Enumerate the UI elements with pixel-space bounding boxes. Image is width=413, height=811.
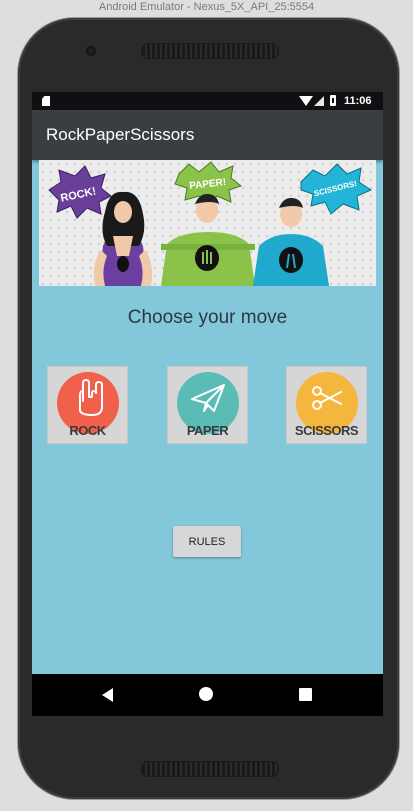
app-bar: RockPaperScissors	[32, 110, 383, 160]
superhero-illustration: ROCK! PAPER! SCISSORS!	[48, 161, 373, 286]
scissors-button[interactable]: SCISSORS	[287, 367, 366, 443]
scissors-icon	[312, 386, 342, 410]
navigation-bar	[32, 674, 383, 716]
bottom-speaker-grille	[141, 761, 279, 777]
status-clock: 11:06	[344, 95, 372, 107]
rules-button[interactable]: RULES	[173, 526, 241, 557]
wifi-icon	[299, 96, 313, 106]
rock-label: ROCK	[69, 423, 106, 438]
signal-icon	[314, 96, 324, 106]
hero-banner-image: ROCK! PAPER! SCISSORS!	[39, 160, 376, 286]
rock-button[interactable]: ROCK	[48, 367, 127, 443]
rock-hand-icon	[79, 379, 103, 416]
battery-icon	[330, 95, 336, 106]
recents-icon[interactable]	[299, 688, 312, 701]
front-camera	[86, 46, 96, 56]
home-icon[interactable]	[199, 687, 213, 701]
status-bar: 11:06	[32, 92, 383, 110]
device-screen: 11:06 RockPaperScissors ROCK! PAPER! SCI…	[32, 92, 383, 716]
sd-card-icon	[42, 96, 50, 106]
choose-move-heading: Choose your move	[127, 307, 288, 328]
scissors-label: SCISSORS	[294, 423, 359, 438]
emulator-window-title: Android Emulator - Nexus_5X_API_25:5554	[98, 1, 315, 13]
paper-label: PAPER	[186, 423, 229, 438]
paper-plane-icon	[191, 384, 225, 412]
app-title: RockPaperScissors	[46, 125, 195, 144]
paper-button[interactable]: PAPER	[168, 367, 247, 443]
paper-hero-figure	[161, 194, 255, 286]
back-icon[interactable]	[102, 688, 113, 702]
rock-hero-figure	[93, 191, 153, 286]
top-speaker-grille	[141, 43, 279, 59]
scissors-hero-figure	[253, 198, 329, 286]
